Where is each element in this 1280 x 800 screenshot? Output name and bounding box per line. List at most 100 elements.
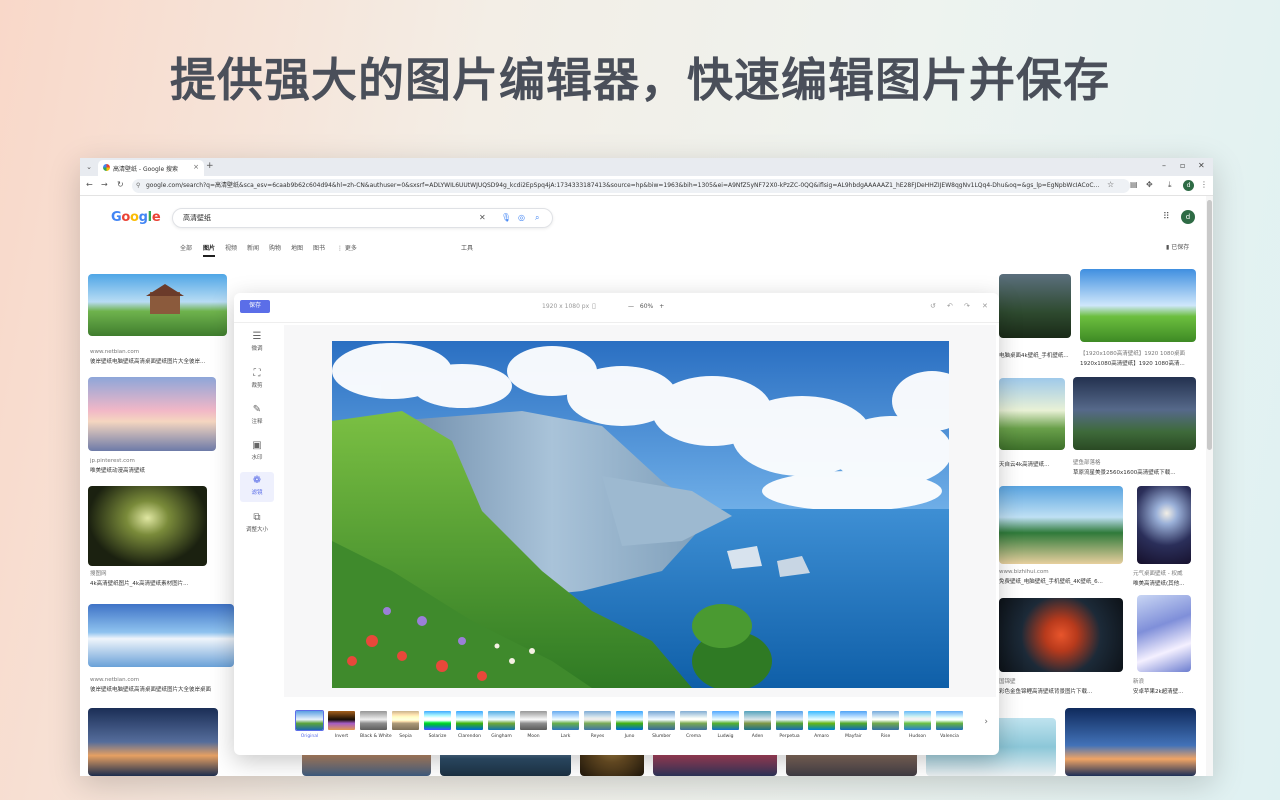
filter-option[interactable]: Crema (680, 711, 707, 739)
tab-images[interactable]: 图片 (203, 243, 216, 257)
tool-annotate[interactable]: ✎ 注释 (240, 401, 274, 431)
filter-next-icon[interactable]: › (984, 717, 988, 727)
tool-adjust[interactable]: ☰ 微调 (240, 328, 274, 358)
forward-icon[interactable]: → (101, 180, 108, 189)
tab-search-icon[interactable]: ⌄ (84, 161, 94, 173)
scrollbar-thumb[interactable] (1207, 200, 1212, 450)
result-caption[interactable]: www.netbian.com 彼岸壁纸电脑壁纸高清桌面壁纸图片大全彼岸桌面 (90, 677, 236, 693)
google-avatar[interactable]: d (1181, 210, 1195, 224)
filter-option[interactable]: Perpetua (776, 711, 803, 739)
filter-option[interactable]: Mayfair (840, 711, 867, 739)
tab-close-icon[interactable]: × (193, 163, 199, 171)
tool-crop[interactable]: ⛶ 裁剪 (240, 365, 274, 395)
undo-icon[interactable]: ↶ (947, 302, 953, 310)
result-caption[interactable]: 壁鱼部落格 草原流星美景2560x1600高清壁纸下载... (1073, 458, 1197, 476)
zoom-in-button[interactable]: + (659, 303, 664, 310)
filter-option[interactable]: Valencia (936, 711, 963, 739)
result-image[interactable] (88, 274, 227, 336)
tab-maps[interactable]: 地图 (291, 243, 303, 252)
result-image[interactable] (999, 378, 1065, 450)
close-window-icon[interactable]: ✕ (1198, 161, 1205, 170)
new-tab-button[interactable]: + (206, 161, 214, 171)
profile-avatar[interactable]: d (1183, 180, 1194, 191)
tab-books[interactable]: 图书 (313, 243, 325, 252)
result-caption[interactable]: 元气桌面壁纸 - 权威 唯美高清壁纸(其他... (1133, 569, 1195, 587)
site-info-icon[interactable]: ⚲ (136, 179, 140, 193)
mic-icon[interactable]: 🎙 (501, 209, 511, 227)
result-image[interactable] (1137, 486, 1191, 564)
redo-icon[interactable]: ↷ (964, 302, 970, 310)
maximize-icon[interactable]: ▫ (1180, 161, 1185, 170)
result-caption[interactable]: 电脑桌面4k壁纸_手机壁纸... (999, 349, 1071, 359)
tab-shopping[interactable]: 购物 (269, 243, 281, 252)
filter-option[interactable]: Slumber (648, 711, 675, 739)
result-caption[interactable]: www.bizhihui.com 免费壁纸_电脑壁纸_手机壁纸_4K壁纸_6... (999, 569, 1123, 585)
extensions-puzzle-icon[interactable]: ✥ (1146, 180, 1153, 189)
result-image[interactable] (999, 274, 1071, 338)
filter-option[interactable]: Juno (616, 711, 643, 739)
filter-option[interactable]: Gingham (488, 711, 515, 739)
filter-option[interactable]: Moon (520, 711, 547, 739)
extension-icon[interactable]: ▤ (1130, 180, 1138, 189)
tab-all[interactable]: 全部 (180, 243, 192, 252)
filter-option[interactable]: Hudson (904, 711, 931, 739)
lens-icon[interactable]: ◎ (518, 209, 525, 227)
page-scrollbar[interactable] (1206, 196, 1213, 776)
filter-option[interactable]: Invert (328, 711, 355, 739)
result-image[interactable] (88, 377, 216, 451)
tab-more[interactable]: ⋮ 更多 (337, 243, 357, 252)
result-caption[interactable]: 搜图网 4k高清壁纸图片_4k高清壁纸素材图片... (90, 569, 208, 587)
filter-option[interactable]: Black & White (360, 711, 392, 739)
download-icon[interactable]: ⤓ (1168, 180, 1172, 190)
result-image[interactable] (1137, 595, 1191, 672)
result-image[interactable] (88, 708, 218, 776)
close-editor-icon[interactable]: ✕ (982, 302, 988, 310)
tools-button[interactable]: 工具 (461, 243, 473, 252)
saved-link[interactable]: ▮ 已保存 (1166, 242, 1189, 251)
tool-resize[interactable]: ⧉ 调整大小 (240, 509, 274, 539)
filter-option[interactable]: Clarendon (456, 711, 483, 739)
back-icon[interactable]: ← (86, 180, 93, 189)
search-input[interactable]: 高清壁纸 ✕ 🎙 ◎ ⌕ (172, 208, 553, 228)
bookmark-star-icon[interactable]: ☆ (1107, 180, 1114, 189)
result-image[interactable] (1065, 708, 1196, 776)
result-caption[interactable]: 【1920x1080高清壁纸】1920 1080桌面 1920x1080高清壁纸】… (1080, 349, 1198, 367)
filter-option[interactable]: Ludwig (712, 711, 739, 739)
tool-filters[interactable]: ❁ 滤镜 (240, 472, 274, 502)
apps-grid-icon[interactable]: ⠿ (1163, 212, 1170, 222)
tab-videos[interactable]: 视频 (225, 243, 237, 252)
save-button[interactable]: 保存 (240, 300, 270, 313)
clear-icon[interactable]: ✕ (479, 209, 486, 227)
result-image[interactable] (88, 486, 207, 566)
result-image[interactable] (1073, 377, 1196, 450)
filter-option[interactable]: Amaro (808, 711, 835, 739)
result-caption[interactable]: 新浪 安卓苹果2k超清壁... (1133, 677, 1195, 695)
filter-option[interactable]: Original (295, 710, 324, 739)
result-image[interactable] (1080, 269, 1196, 342)
search-icon[interactable]: ⌕ (535, 209, 539, 227)
result-caption[interactable]: jp.pinterest.com 唯美壁纸动漫高清壁纸 (90, 458, 218, 474)
menu-dots-icon[interactable]: ⋮ (1200, 180, 1208, 189)
reset-icon[interactable]: ↺ (930, 302, 936, 310)
result-image[interactable] (999, 486, 1123, 564)
edited-image[interactable] (332, 341, 949, 688)
filter-option[interactable]: Sepia (392, 711, 419, 739)
browser-tab[interactable]: 高清壁纸 - Google 搜索 × (98, 160, 204, 176)
filter-option[interactable]: Solarize (424, 711, 451, 739)
filter-option[interactable]: Aden (744, 711, 771, 739)
filter-option[interactable]: Reyes (584, 711, 611, 739)
result-caption[interactable]: www.netbian.com 彼岸壁纸电脑壁纸高清桌面壁纸图片大全彼岸... (90, 349, 228, 365)
filter-option[interactable]: Lark (552, 711, 579, 739)
result-caption[interactable]: 国锦壁 彩色金鱼锦鲤高清壁纸背景图片下载... (999, 677, 1123, 695)
tab-news[interactable]: 新闻 (247, 243, 259, 252)
result-image[interactable] (88, 604, 234, 667)
google-logo[interactable]: Google (111, 210, 161, 225)
reload-icon[interactable]: ↻ (117, 180, 124, 189)
tool-watermark[interactable]: ▣ 水印 (240, 437, 274, 467)
filter-option[interactable]: Rise (872, 711, 899, 739)
result-caption[interactable]: 天自云4k高清壁纸... (999, 458, 1071, 468)
compare-icon[interactable]: ▯ (592, 302, 596, 310)
address-bar[interactable]: ⚲ google.com/search?q=高清壁纸&sca_esv=6caab… (132, 179, 1130, 193)
minimize-icon[interactable]: – (1162, 161, 1166, 170)
zoom-out-button[interactable]: — (628, 303, 634, 310)
